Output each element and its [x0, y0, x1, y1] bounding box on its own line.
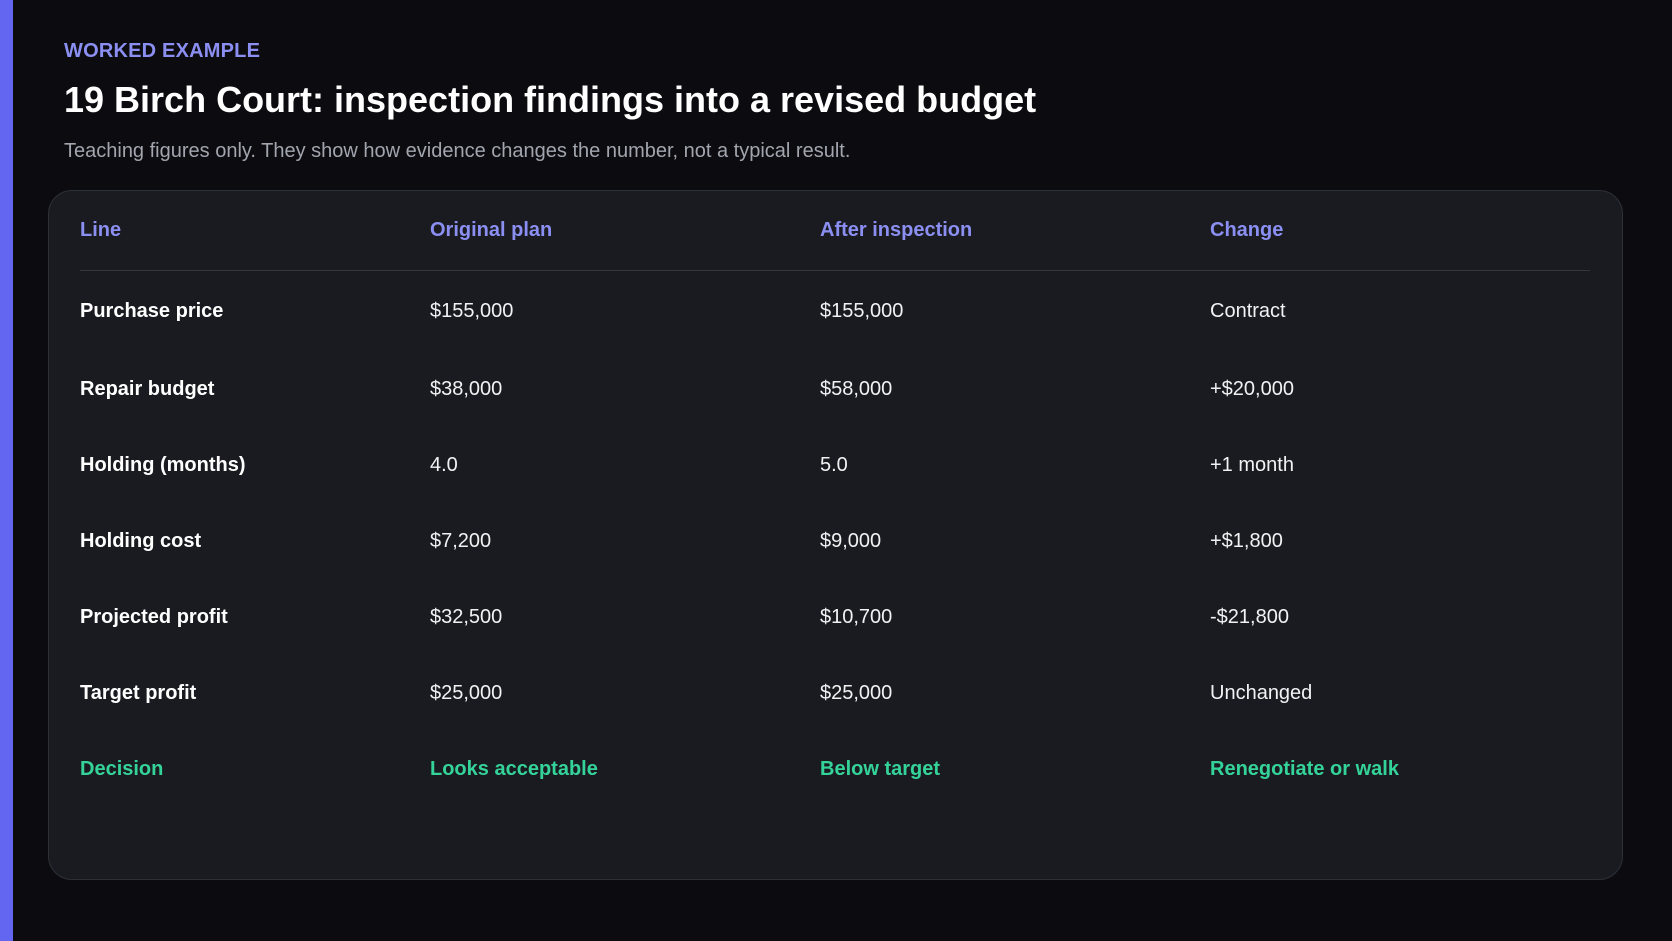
original-plan-cell: $38,000 — [430, 377, 503, 400]
column-header-after-inspection: After inspection — [820, 191, 1210, 271]
table-row: Holding cost $7,200 $9,000 +$1,800 — [80, 503, 1590, 579]
accent-bar — [0, 0, 13, 941]
eyebrow-label: WORKED EXAMPLE — [64, 40, 261, 62]
page-title: 19 Birch Court: inspection findings into… — [64, 79, 1037, 120]
table-header-row: Line Original plan After inspection Chan… — [80, 191, 1590, 271]
decision-after-inspection: Below target — [820, 757, 941, 780]
original-plan-cell: $155,000 — [430, 299, 514, 322]
row-label: Holding (months) — [80, 453, 246, 476]
row-label: Projected profit — [80, 605, 228, 628]
change-cell: +$1,800 — [1210, 529, 1283, 552]
change-cell: -$21,800 — [1210, 605, 1289, 628]
after-inspection-cell: $10,700 — [820, 605, 893, 628]
change-cell: +1 month — [1210, 453, 1294, 476]
original-plan-cell: $32,500 — [430, 605, 503, 628]
table-row: Purchase price $155,000 $155,000 Contrac… — [80, 271, 1590, 352]
original-plan-cell: $7,200 — [430, 529, 492, 552]
row-label: Repair budget — [80, 377, 215, 400]
page-subtitle: Teaching figures only. They show how evi… — [64, 140, 851, 162]
table-row: Repair budget $38,000 $58,000 +$20,000 — [80, 351, 1590, 427]
table-row: Projected profit $32,500 $10,700 -$21,80… — [80, 579, 1590, 655]
original-plan-cell: 4.0 — [430, 453, 458, 476]
decision-original-plan: Looks acceptable — [430, 757, 598, 780]
row-label: Target profit — [80, 681, 197, 704]
column-header-original-plan: Original plan — [430, 191, 820, 271]
decision-label: Decision — [80, 757, 164, 780]
original-plan-cell: $25,000 — [430, 681, 503, 704]
table-row: Holding (months) 4.0 5.0 +1 month — [80, 427, 1590, 503]
after-inspection-cell: $25,000 — [820, 681, 893, 704]
after-inspection-cell: $58,000 — [820, 377, 893, 400]
after-inspection-cell: $155,000 — [820, 299, 904, 322]
change-cell: Unchanged — [1210, 681, 1313, 704]
decision-change: Renegotiate or walk — [1210, 757, 1399, 780]
budget-table: Line Original plan After inspection Chan… — [80, 191, 1590, 807]
decision-row: Decision Looks acceptable Below target R… — [80, 731, 1590, 807]
row-label: Purchase price — [80, 299, 224, 322]
table-row: Target profit $25,000 $25,000 Unchanged — [80, 655, 1590, 731]
after-inspection-cell: 5.0 — [820, 453, 848, 476]
change-cell: Contract — [1210, 299, 1286, 322]
column-header-change: Change — [1210, 191, 1590, 271]
after-inspection-cell: $9,000 — [820, 529, 882, 552]
row-label: Holding cost — [80, 529, 202, 552]
column-header-line: Line — [80, 191, 430, 271]
change-cell: +$20,000 — [1210, 377, 1294, 400]
budget-panel: Line Original plan After inspection Chan… — [48, 190, 1623, 880]
